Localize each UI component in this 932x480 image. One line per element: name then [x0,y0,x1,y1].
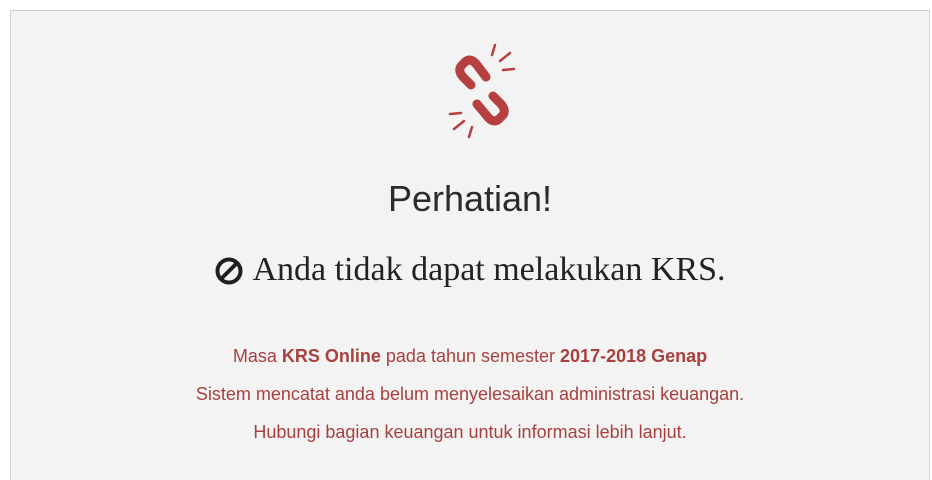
alert-subtitle: Anda tidak dapat melakukan KRS. [11,249,929,291]
alert-title: Perhatian! [387,178,553,219]
message-line-period: Masa KRS Online pada tahun semester 2017… [11,337,929,375]
message-line-finance: Sistem mencatat anda belum menyelesaikan… [195,384,745,404]
krs-online-label: KRS Online [281,346,381,366]
message-line-contact: Hubungi bagian keuangan untuk informasi … [253,422,687,442]
broken-link-icon [448,43,516,139]
ban-icon [215,257,243,285]
alert-panel: Perhatian! Anda tidak dapat melakukan KR… [10,10,930,480]
message-prefix: Masa [232,346,282,366]
alert-subtitle-text: Anda tidak dapat melakukan KRS. [252,251,726,288]
message-middle: pada tahun semester [380,346,561,366]
alert-message: Masa KRS Online pada tahun semester 2017… [11,337,929,451]
semester-label: 2017-2018 Genap [560,346,708,366]
